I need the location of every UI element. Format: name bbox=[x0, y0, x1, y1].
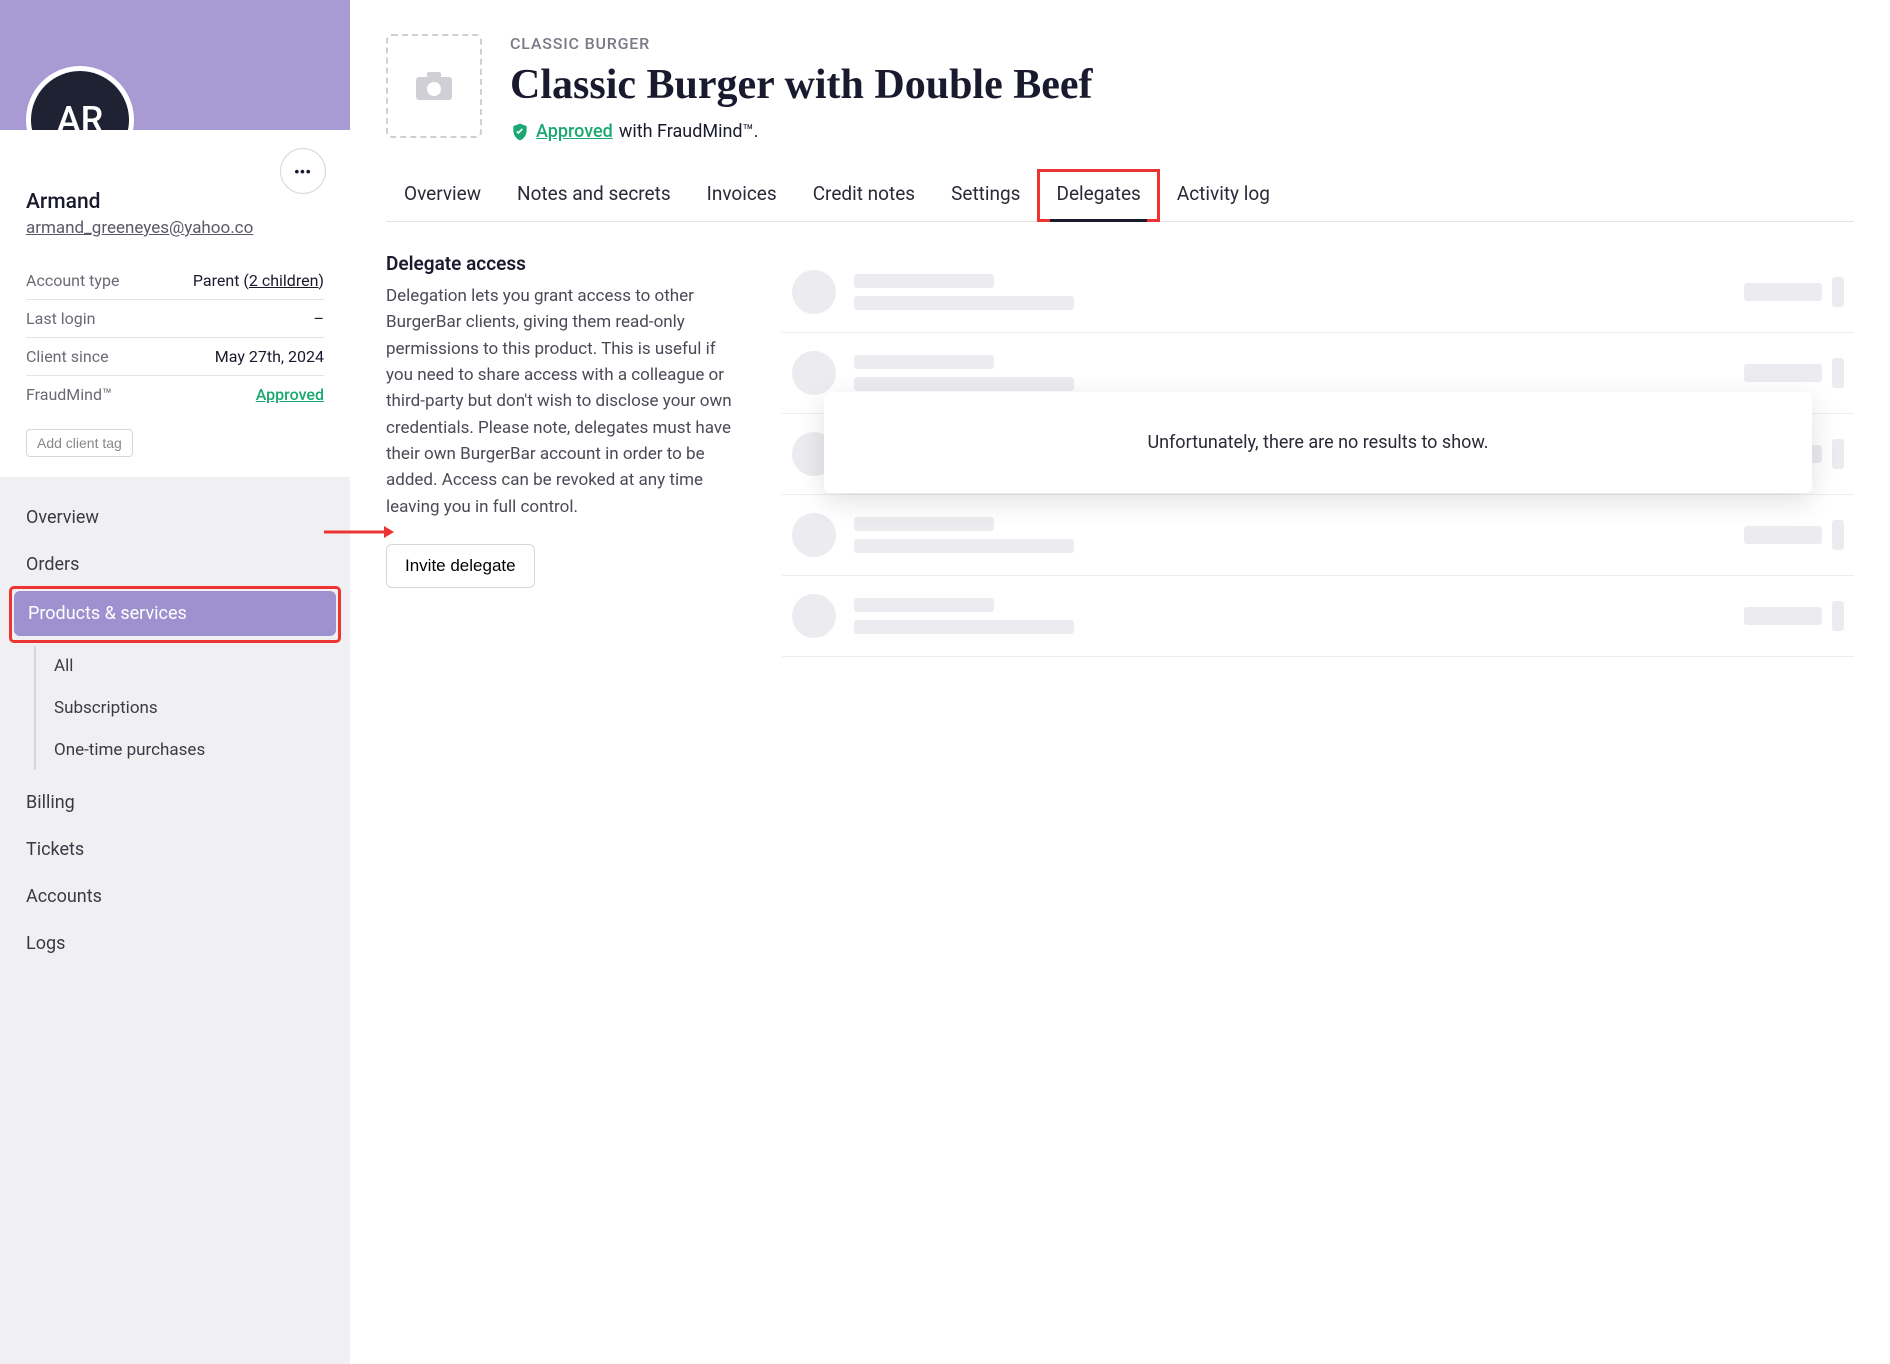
shield-icon bbox=[510, 122, 530, 142]
profile-banner: AR bbox=[0, 0, 350, 130]
sidebar-item-billing[interactable]: Billing bbox=[12, 780, 338, 825]
sidebar-subnav-products: All Subscriptions One-time purchases bbox=[34, 646, 338, 770]
skeleton-row bbox=[782, 576, 1854, 657]
delegates-list-panel: Unfortunately, there are no results to s… bbox=[782, 252, 1854, 657]
tab-notes[interactable]: Notes and secrets bbox=[499, 170, 689, 221]
product-title: Classic Burger with Double Beef bbox=[510, 61, 1854, 109]
sidebar-item-tickets[interactable]: Tickets bbox=[12, 827, 338, 872]
product-tabs: Overview Notes and secrets Invoices Cred… bbox=[386, 170, 1854, 222]
sidebar-item-accounts[interactable]: Accounts bbox=[12, 874, 338, 919]
sidebar-item-subscriptions[interactable]: Subscriptions bbox=[40, 688, 338, 728]
more-actions-button[interactable]: ••• bbox=[280, 148, 326, 194]
empty-results-card: Unfortunately, there are no results to s… bbox=[824, 392, 1812, 493]
skeleton-row bbox=[782, 252, 1854, 333]
sidebar-item-all[interactable]: All bbox=[40, 646, 338, 686]
account-type-value: Parent (2 children) bbox=[193, 271, 324, 290]
client-email[interactable]: armand_greeneyes@yahoo.co bbox=[26, 218, 253, 238]
main-content: CLASSIC BURGER Classic Burger with Doubl… bbox=[350, 0, 1890, 1364]
sidebar: AR ••• Armand armand_greeneyes@yahoo.co … bbox=[0, 0, 350, 1364]
tab-activity[interactable]: Activity log bbox=[1159, 170, 1288, 221]
client-since-value: May 27th, 2024 bbox=[215, 347, 324, 366]
delegates-description: Delegation lets you grant access to othe… bbox=[386, 283, 746, 520]
account-type-label: Account type bbox=[26, 271, 119, 290]
add-client-tag-button[interactable]: Add client tag bbox=[26, 429, 133, 457]
fraudmind-status-link[interactable]: Approved bbox=[256, 385, 324, 404]
product-status: Approved with FraudMind™. bbox=[510, 121, 1854, 142]
tab-invoices[interactable]: Invoices bbox=[689, 170, 795, 221]
children-link[interactable]: 2 children bbox=[249, 271, 319, 290]
product-approved-link[interactable]: Approved bbox=[536, 121, 613, 142]
sidebar-item-logs[interactable]: Logs bbox=[12, 921, 338, 966]
profile-card: ••• Armand armand_greeneyes@yahoo.co Acc… bbox=[0, 130, 350, 477]
client-since-label: Client since bbox=[26, 347, 109, 366]
camera-icon bbox=[415, 71, 453, 101]
highlight-products: Products & services bbox=[12, 589, 338, 640]
tab-credit[interactable]: Credit notes bbox=[795, 170, 933, 221]
skeleton-row bbox=[782, 495, 1854, 576]
delegates-info-panel: Delegate access Delegation lets you gran… bbox=[386, 252, 746, 588]
client-name: Armand bbox=[26, 190, 324, 214]
last-login-value: – bbox=[314, 309, 325, 328]
sidebar-nav: Overview Orders Products & services All … bbox=[0, 477, 350, 992]
sidebar-item-orders[interactable]: Orders bbox=[12, 542, 338, 587]
tab-settings[interactable]: Settings bbox=[933, 170, 1038, 221]
last-login-label: Last login bbox=[26, 309, 96, 328]
product-thumbnail-placeholder bbox=[386, 34, 482, 138]
sidebar-item-products[interactable]: Products & services bbox=[14, 591, 336, 636]
fraudmind-label: FraudMind™ bbox=[26, 385, 112, 404]
product-header: CLASSIC BURGER Classic Burger with Doubl… bbox=[386, 34, 1854, 142]
sidebar-item-onetime[interactable]: One-time purchases bbox=[40, 730, 338, 770]
client-info-table: Account type Parent (2 children) Last lo… bbox=[26, 262, 324, 413]
product-breadcrumb: CLASSIC BURGER bbox=[510, 34, 1854, 53]
delegates-title: Delegate access bbox=[386, 252, 746, 275]
sidebar-item-overview[interactable]: Overview bbox=[12, 495, 338, 540]
invite-delegate-button[interactable]: Invite delegate bbox=[386, 544, 535, 588]
tab-overview[interactable]: Overview bbox=[386, 170, 499, 221]
tab-delegates[interactable]: Delegates bbox=[1038, 170, 1158, 221]
product-status-suffix: with FraudMind™. bbox=[619, 121, 759, 142]
